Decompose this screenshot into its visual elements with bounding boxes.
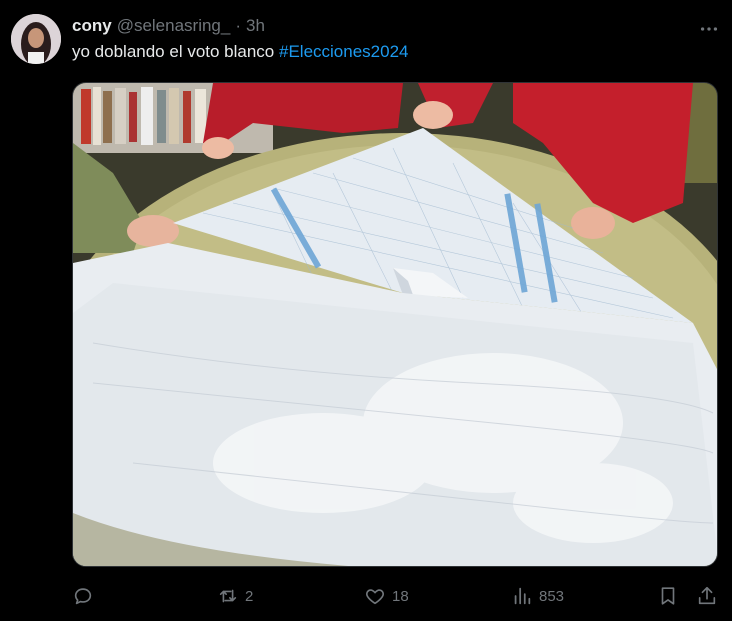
like-count: 18 bbox=[392, 587, 409, 605]
retweet-button[interactable]: 2 bbox=[217, 582, 253, 610]
author-handle[interactable]: @selenasring_ bbox=[117, 16, 231, 36]
photo-scene bbox=[73, 83, 717, 566]
more-button[interactable] bbox=[692, 16, 726, 42]
tweet-photo[interactable] bbox=[72, 82, 718, 567]
bookmark-icon bbox=[661, 587, 675, 605]
bookmark-button[interactable] bbox=[657, 582, 679, 610]
views-icon bbox=[514, 587, 531, 605]
views-button[interactable]: 853 bbox=[511, 582, 564, 610]
tweet-text: yo doblando el voto blanco #Elecciones20… bbox=[72, 42, 408, 62]
hashtag-link[interactable]: #Elecciones2024 bbox=[279, 42, 408, 61]
avatar-photo bbox=[11, 14, 61, 64]
like-button[interactable]: 18 bbox=[364, 582, 409, 610]
like-icon bbox=[366, 589, 384, 605]
reply-icon bbox=[74, 588, 92, 605]
retweet-icon bbox=[219, 589, 237, 603]
avatar[interactable] bbox=[11, 14, 61, 64]
tweet-body: yo doblando el voto blanco bbox=[72, 42, 279, 61]
timestamp[interactable]: 3h bbox=[246, 16, 265, 36]
share-icon bbox=[698, 586, 716, 605]
bookshelf bbox=[81, 87, 206, 145]
retweet-count: 2 bbox=[245, 587, 254, 605]
tweet-header: cony @selenasring_ · 3h bbox=[72, 14, 265, 38]
author-name[interactable]: cony bbox=[72, 16, 112, 36]
share-button[interactable] bbox=[696, 582, 718, 610]
tweet: cony @selenasring_ · 3h yo doblando el v… bbox=[0, 0, 732, 621]
tweet-actions: 2 18 853 bbox=[72, 582, 722, 610]
more-icon bbox=[700, 27, 718, 31]
separator-dot: · bbox=[235, 16, 242, 35]
reply-button[interactable] bbox=[72, 582, 100, 610]
views-count: 853 bbox=[539, 587, 565, 605]
